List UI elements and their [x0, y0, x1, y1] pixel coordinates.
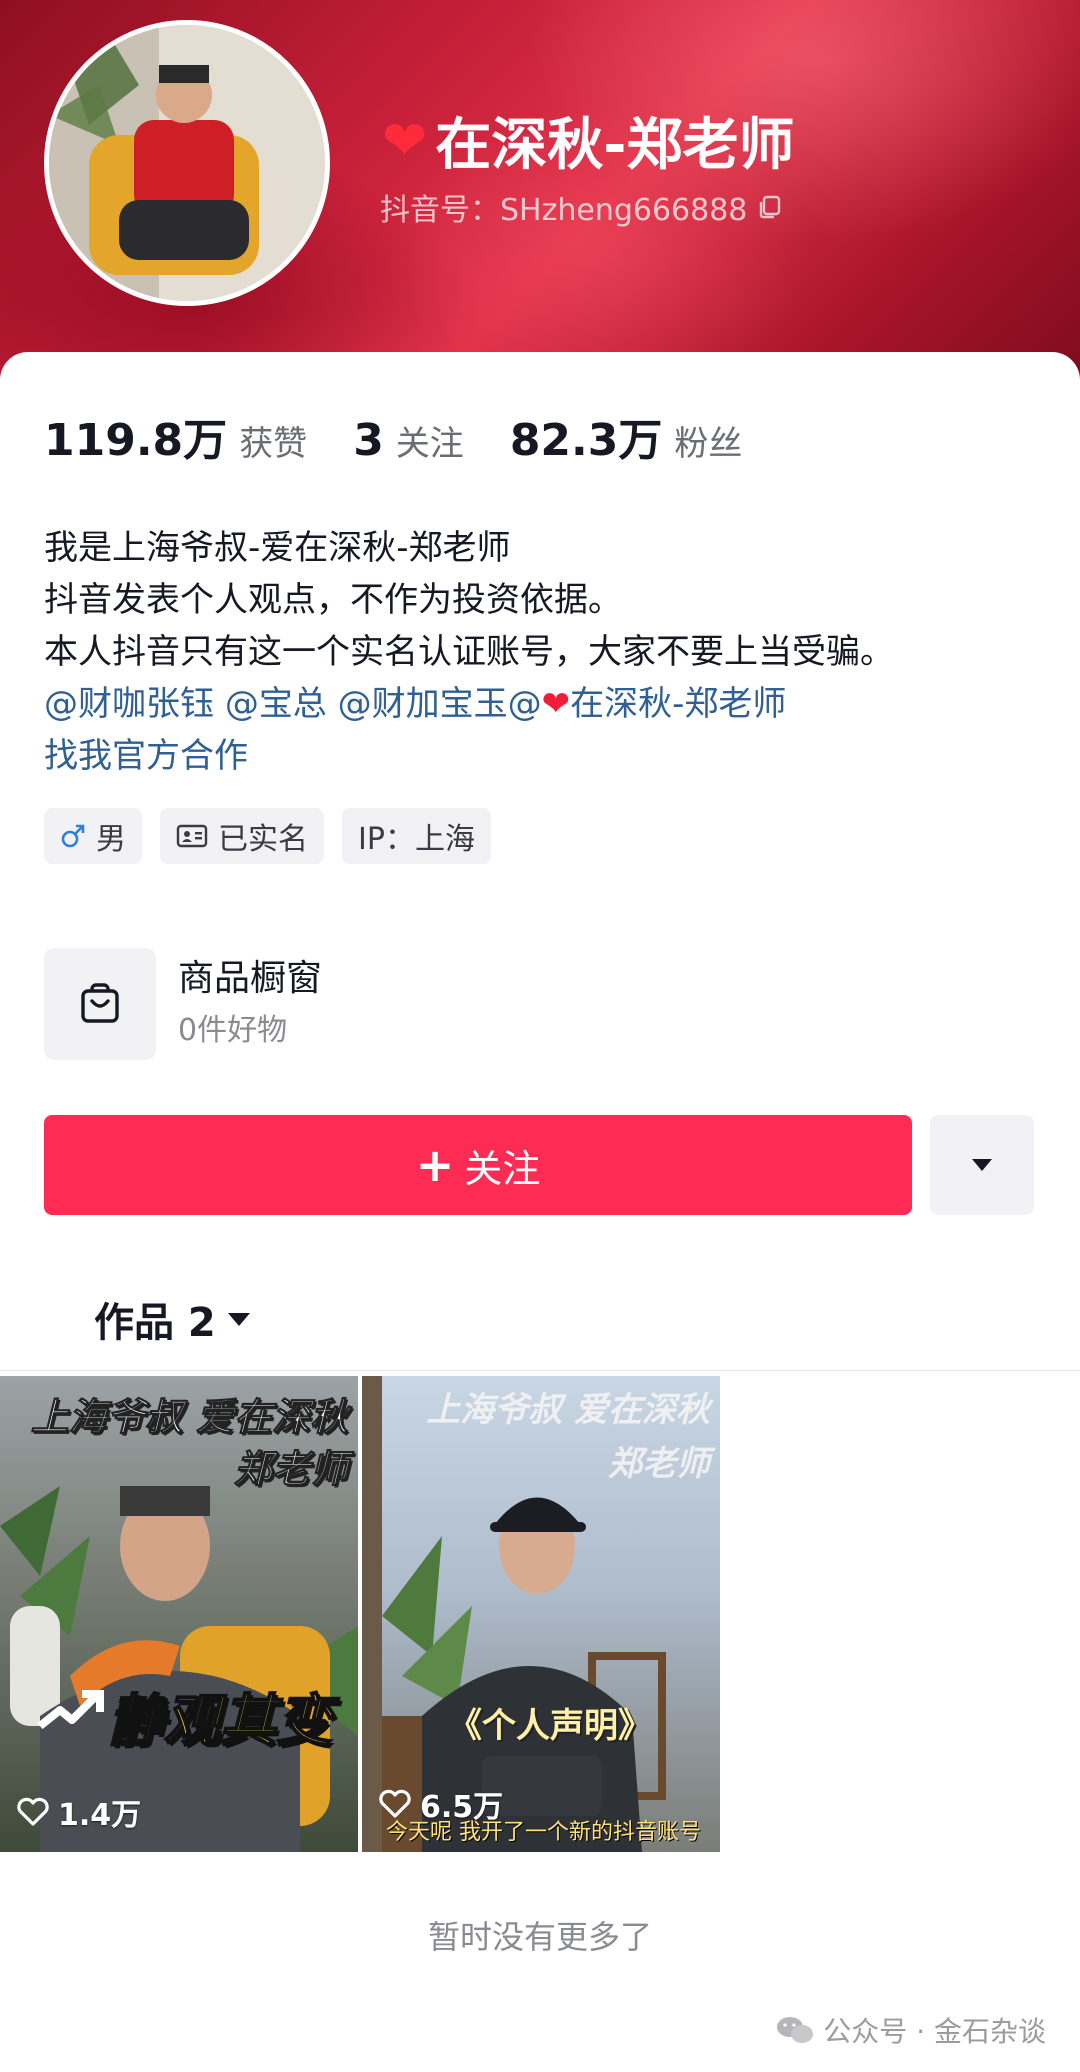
video-title-line: 郑老师	[233, 1447, 348, 1492]
mention-link[interactable]: 在深秋-郑老师	[570, 684, 786, 724]
profile-tags: 男 已实名 IP：上海	[44, 808, 491, 864]
display-name-text: 在深秋-郑老师	[435, 113, 795, 178]
plus-icon: +	[415, 1138, 455, 1192]
copy-icon[interactable]	[757, 194, 783, 220]
wechat-icon	[777, 2017, 814, 2043]
gender-tag: 男	[44, 808, 142, 864]
tab-works[interactable]: 作品 2	[94, 1290, 252, 1348]
mention-link[interactable]: @财加宝玉@	[338, 684, 542, 724]
shopping-bag-icon	[81, 983, 119, 1023]
bio-line: 本人抖音只有这一个实名认证账号，大家不要上当受骗。	[44, 632, 894, 672]
shop-title: 商品橱窗	[178, 958, 323, 999]
shop-subtitle: 0件好物	[178, 1013, 288, 1048]
shop-icon-box	[44, 948, 156, 1060]
video-title-line: 郑老师	[608, 1444, 710, 1484]
caret-down-icon	[227, 1313, 250, 1326]
video-likes: 1.4万	[16, 1790, 141, 1834]
verified-tag: 已实名	[160, 808, 324, 864]
bio-line: 抖音发表个人观点，不作为投资依据。	[44, 580, 622, 620]
douyin-id-text: 抖音号：SHzheng666888	[380, 193, 748, 228]
divider	[0, 1370, 1080, 1371]
trend-arrow-icon	[37, 1690, 104, 1730]
watermark: 公众号 · 金石杂谈	[775, 2010, 1046, 2050]
douyin-id: 抖音号：SHzheng666888	[380, 185, 783, 229]
avatar-photo	[49, 25, 325, 301]
video-likes-count: 1.4万	[58, 1798, 142, 1833]
more-options-button[interactable]	[930, 1115, 1034, 1215]
following-label[interactable]: 关注	[396, 416, 464, 465]
shop-window-entry[interactable]: 商品橱窗 0件好物	[44, 948, 322, 1060]
profile-bio: 我是上海爷叔-爱在深秋-郑老师 抖音发表个人观点，不作为投资依据。 本人抖音只有…	[44, 522, 894, 782]
video-title-line: 上海爷叔 爱在深秋	[30, 1395, 348, 1440]
video-caption: 《个人声明》	[448, 1706, 652, 1746]
no-more-content-text: 暂时没有更多了	[427, 1918, 652, 1956]
mention-link[interactable]: @财咖张钰	[44, 684, 214, 724]
profile-stats: 119.8万 获赞 3 关注 82.3万 粉丝	[44, 404, 788, 468]
heart-outline-icon	[17, 1797, 49, 1826]
ip-label: IP：上海	[358, 822, 475, 857]
follow-button[interactable]: + 关注	[44, 1115, 912, 1215]
followers-label[interactable]: 粉丝	[674, 416, 742, 465]
video-thumbnail[interactable]: 上海爷叔 爱在深秋 郑老师 静观其变 1.4万	[0, 1376, 358, 1852]
ip-tag: IP：上海	[342, 808, 491, 864]
gender-label: 男	[96, 822, 126, 857]
verified-label: 已实名	[218, 822, 308, 857]
likes-count[interactable]: 119.8万	[44, 404, 227, 468]
bio-line: 我是上海爷叔-爱在深秋-郑老师	[44, 528, 511, 568]
shop-text: 商品橱窗 0件好物	[178, 954, 322, 1054]
caret-down-icon	[972, 1159, 992, 1171]
display-name: ❤ 在深秋-郑老师	[382, 100, 795, 181]
id-card-icon	[176, 823, 208, 849]
avatar[interactable]	[44, 20, 330, 306]
works-tab-label: 作品 2	[94, 1300, 216, 1346]
video-thumbnail[interactable]: 上海爷叔 爱在深秋 郑老师 《个人声明》 6.5万 今天呢 我开了一个新的抖音账…	[362, 1376, 720, 1852]
heart-icon: ❤	[382, 109, 428, 172]
business-cooperation-link[interactable]: 找我官方合作	[44, 730, 894, 782]
bio-mentions: @财咖张钰 @宝总 @财加宝玉@❤在深秋-郑老师	[44, 678, 894, 730]
likes-label[interactable]: 获赞	[239, 416, 307, 465]
watermark-text: 公众号 · 金石杂谈	[823, 2015, 1046, 2048]
followers-count[interactable]: 82.3万	[510, 404, 663, 468]
mention-link[interactable]: @宝总	[225, 684, 327, 724]
male-icon	[60, 823, 86, 849]
follow-label: 关注	[464, 1146, 541, 1191]
heart-icon: ❤	[541, 684, 571, 724]
video-caption: 静观其变	[107, 1688, 333, 1755]
video-title-line: 上海爷叔 爱在深秋	[426, 1390, 710, 1430]
following-count[interactable]: 3	[353, 415, 384, 466]
video-subtitle: 今天呢 我开了一个新的抖音账号	[386, 1820, 701, 1845]
